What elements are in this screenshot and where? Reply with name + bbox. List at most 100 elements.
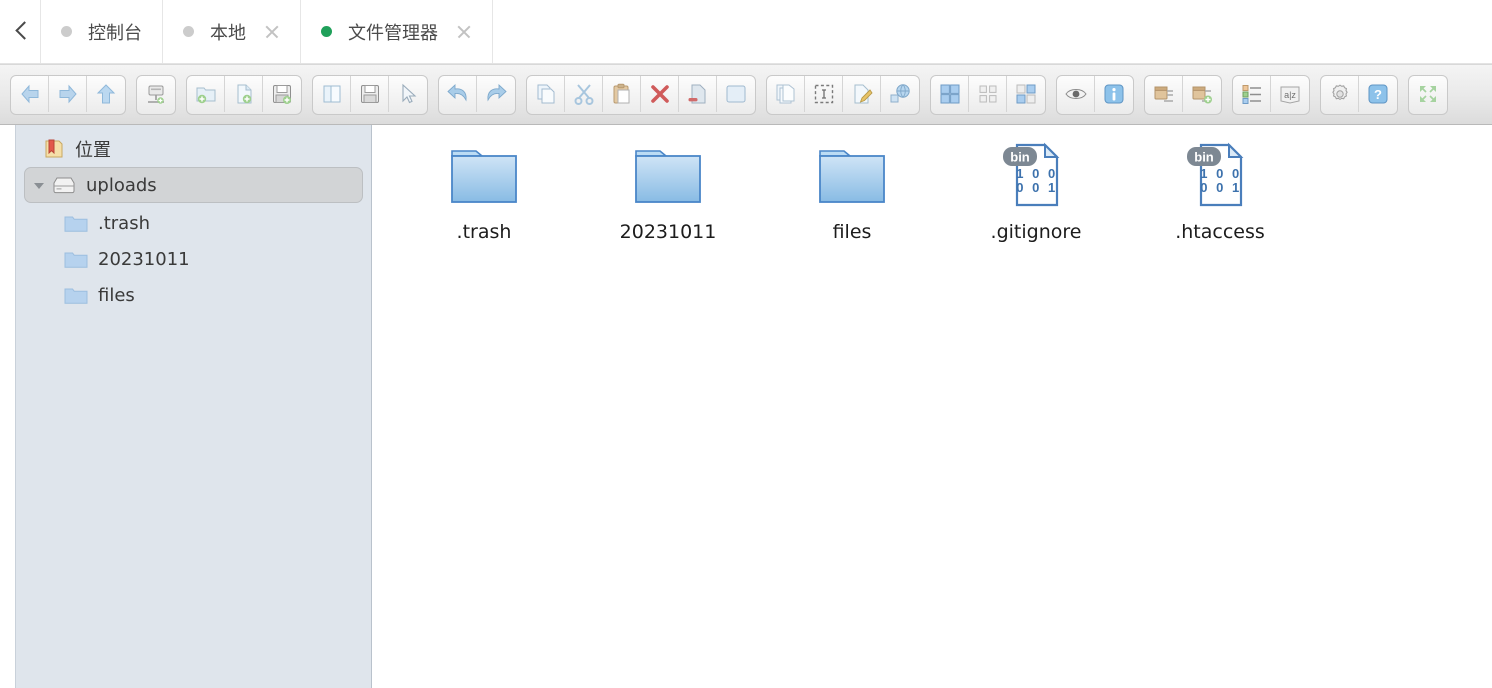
remove-button[interactable] — [679, 75, 717, 112]
select-all-button[interactable] — [805, 75, 843, 112]
file-name: .gitignore — [990, 221, 1082, 243]
tab-file-manager[interactable]: 文件管理器 — [300, 0, 492, 63]
help-button[interactable]: ? — [1359, 76, 1397, 112]
toolbar-group-fullscreen — [1408, 74, 1448, 115]
server-mount-icon — [148, 85, 164, 104]
file-item[interactable]: files — [760, 133, 944, 258]
archive-add-button[interactable] — [1183, 76, 1221, 112]
toolbar-group-archive — [1144, 74, 1222, 115]
tab-status-dot — [183, 26, 194, 37]
copy-button[interactable] — [527, 75, 565, 112]
sidebar-section-label: 位置 — [75, 140, 111, 161]
forward-button[interactable] — [49, 75, 87, 112]
toolbar: a|z ? — [0, 64, 1492, 125]
sidebar-tree: 位置 uploads .trash 20231011 files — [15, 125, 372, 688]
redo-arrow-icon — [487, 83, 507, 102]
sidebar-item-uploads[interactable]: uploads — [24, 167, 363, 203]
fullscreen-button[interactable] — [1409, 76, 1447, 112]
globe-upload-icon — [890, 83, 910, 102]
binary-row-1: 1 0 0 — [1016, 166, 1057, 181]
tab-local[interactable]: 本地 — [162, 0, 300, 63]
sidebar-item-label: .trash — [98, 212, 150, 234]
redo-button[interactable] — [477, 76, 515, 112]
folder-small-icon — [64, 288, 88, 304]
tab-console[interactable]: 控制台 — [40, 0, 162, 63]
toolbar-group-view — [930, 74, 1046, 115]
open-book-icon — [323, 85, 340, 102]
up-button[interactable] — [87, 76, 125, 112]
file-manager-window: 控制台 本地 文件管理器 a|z ? 位置 uploads .trash 202… — [0, 0, 1492, 688]
archive-button[interactable] — [1145, 75, 1183, 112]
svg-text:?: ? — [1374, 87, 1382, 102]
detail-view-button[interactable] — [1007, 76, 1045, 112]
arrow-left-icon — [20, 84, 38, 103]
sort-button[interactable]: a|z — [1271, 76, 1309, 112]
grid-view-icon — [940, 84, 959, 103]
sidebar-item-label: files — [98, 284, 135, 306]
gear-icon — [1331, 84, 1348, 100]
properties-button[interactable] — [1233, 75, 1271, 112]
binary-row-1: 1 0 0 — [1200, 166, 1241, 181]
navigate-button[interactable] — [717, 76, 755, 112]
select-button[interactable] — [389, 76, 427, 112]
file-remove-icon — [688, 84, 705, 103]
compass-icon — [726, 85, 746, 102]
clipboard-icon — [613, 83, 629, 103]
undo-arrow-icon — [446, 83, 467, 102]
detail-view-icon — [1016, 84, 1036, 103]
folder-small-icon — [64, 216, 88, 232]
mount-button[interactable] — [137, 76, 175, 112]
file-name: .trash — [456, 221, 512, 243]
save-as-button[interactable] — [263, 76, 301, 112]
delete-button[interactable] — [641, 75, 679, 112]
new-file-button[interactable] — [225, 75, 263, 112]
duplicate-button[interactable] — [767, 75, 805, 112]
chevron-down-icon[interactable] — [31, 177, 47, 193]
open-button[interactable] — [313, 75, 351, 112]
file-list-area[interactable]: .trash 20231011 files 1 0 0 0 0 1 bin .g… — [372, 125, 1492, 688]
floppy-add-icon — [273, 84, 291, 104]
toolbar-group-history — [438, 74, 516, 115]
close-icon[interactable] — [456, 24, 472, 40]
list-view-button[interactable] — [969, 75, 1007, 112]
folder-small-icon — [64, 252, 88, 268]
undo-button[interactable] — [439, 75, 477, 112]
sidebar-item-20231011[interactable]: 20231011 — [16, 241, 371, 277]
icon-view-button[interactable] — [931, 75, 969, 112]
settings-button[interactable] — [1321, 75, 1359, 112]
cursor-icon — [402, 83, 417, 103]
file-item[interactable]: 1 0 0 0 0 1 bin .htaccess — [1128, 133, 1312, 258]
sidebar-item-files[interactable]: files — [16, 277, 371, 313]
eye-icon — [1064, 88, 1087, 99]
sidebar-item-trash[interactable]: .trash — [16, 205, 371, 241]
paste-button[interactable] — [603, 75, 641, 112]
upload-button[interactable] — [881, 76, 919, 112]
toolbar-group-navigation — [10, 74, 126, 115]
archive-icon — [1154, 86, 1173, 102]
file-name: 20231011 — [619, 221, 717, 243]
drive-icon — [53, 177, 75, 194]
cut-button[interactable] — [565, 75, 603, 112]
save-button[interactable] — [351, 75, 389, 112]
back-button[interactable] — [11, 75, 49, 112]
file-item[interactable]: 20231011 — [576, 133, 760, 258]
scissors-icon — [574, 83, 593, 105]
rename-button[interactable] — [843, 75, 881, 112]
duplicate-icon — [776, 84, 794, 103]
file-item[interactable]: 1 0 0 0 0 1 bin .gitignore — [944, 133, 1128, 258]
tab-status-dot — [61, 26, 72, 37]
window-back-button[interactable] — [0, 0, 40, 63]
file-item[interactable]: .trash — [392, 133, 576, 258]
properties-list-icon — [1242, 84, 1261, 104]
close-icon[interactable] — [264, 24, 280, 40]
folder-icon — [815, 137, 889, 215]
folder-add-icon — [196, 87, 215, 103]
toolbar-group-new — [186, 74, 302, 115]
preview-button[interactable] — [1057, 75, 1095, 112]
toolbar-group-inspect — [1056, 74, 1134, 115]
info-button[interactable] — [1095, 76, 1133, 112]
bin-badge-label: bin — [1194, 150, 1214, 165]
marquee-icon — [814, 84, 833, 103]
copy-icon — [537, 84, 554, 103]
new-folder-button[interactable] — [187, 75, 225, 112]
